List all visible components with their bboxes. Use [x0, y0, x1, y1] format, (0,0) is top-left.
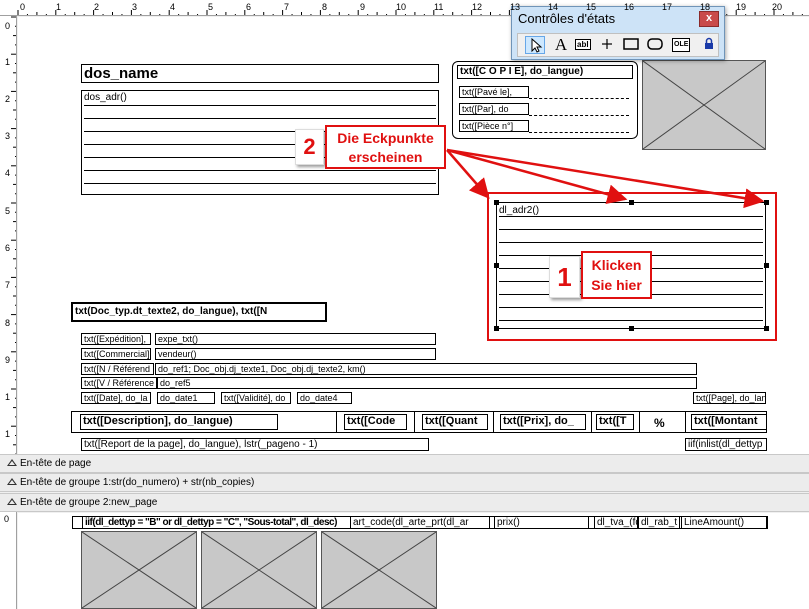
ruler-number: 4: [170, 2, 176, 12]
ruler-number: 0: [5, 21, 11, 31]
ole-object-tool[interactable]: OLE: [670, 36, 691, 54]
ruler-number: 4: [5, 168, 11, 178]
controls-toolbar: A abl OLE: [517, 33, 719, 57]
ruler-number: 8: [322, 2, 328, 12]
ruler-number: 1: [56, 2, 62, 12]
ruler-number: 12: [472, 2, 483, 12]
ruler-number: 20: [772, 2, 783, 12]
text-tool[interactable]: A: [551, 36, 571, 54]
rectangle-tool[interactable]: [622, 36, 642, 54]
lock-icon: [705, 37, 713, 49]
ruler-number: 6: [246, 2, 252, 12]
step-2-number: 2: [295, 129, 324, 165]
step-1-callout: Klicken Sie hier: [581, 251, 652, 299]
arrow-to-top-left: [446, 149, 490, 199]
annotation-arrows: [446, 148, 765, 209]
ruler-number: 0: [20, 2, 26, 12]
field-tool[interactable]: abl: [574, 36, 594, 54]
ruler-number: 15: [586, 2, 597, 12]
ruler-number: 8: [5, 318, 11, 328]
ruler-number: 3: [132, 2, 138, 12]
line-tool[interactable]: [598, 36, 618, 54]
ruler-number: 5: [5, 206, 11, 216]
ole-object-icon: OLE: [672, 38, 691, 52]
ruler-number: 18: [700, 2, 711, 12]
field-icon: abl: [575, 39, 591, 50]
lock-tool[interactable]: [700, 36, 720, 54]
ruler-number: 17: [662, 2, 673, 12]
ruler-numbers-left: 0 1 2 3 4 5 6 7 8 9 1 1: [0, 16, 17, 456]
ruler-number: 9: [5, 355, 11, 365]
ruler-number: 11: [434, 2, 444, 12]
ruler-number: 19: [736, 2, 747, 12]
ruler-number: 2: [5, 94, 11, 104]
step-2-callout: Die Eckpunkte erscheinen: [325, 125, 446, 169]
rounded-rectangle-tool[interactable]: [646, 36, 666, 54]
rounded-rectangle-icon: [647, 38, 663, 50]
step-1-number: 1: [549, 256, 580, 298]
ruler-number: 7: [284, 2, 290, 12]
ruler-numbers-top: 0 1 2 3 4 5 6 7 8 9 10 11 12 13 14 15 16…: [0, 0, 809, 16]
ruler-number: 14: [548, 2, 559, 12]
ruler-number: 16: [624, 2, 635, 12]
ruler-number: 1: [5, 392, 11, 402]
ruler-number: 1: [5, 57, 11, 67]
pointer-tool[interactable]: [525, 36, 545, 54]
ruler-number: 1: [5, 429, 11, 439]
pointer-icon: [531, 37, 543, 53]
ruler-number: 3: [5, 131, 11, 141]
ruler-number: 6: [5, 243, 11, 253]
line-icon: [602, 39, 612, 49]
ruler-number: 7: [5, 280, 11, 290]
ruler-number: 10: [396, 2, 407, 12]
ruler-number: 9: [360, 2, 366, 12]
ruler-number: 2: [94, 2, 100, 12]
rectangle-icon: [623, 38, 639, 50]
ruler-number: 5: [208, 2, 214, 12]
text-icon: A: [554, 35, 568, 54]
ruler-number: 13: [510, 2, 521, 12]
